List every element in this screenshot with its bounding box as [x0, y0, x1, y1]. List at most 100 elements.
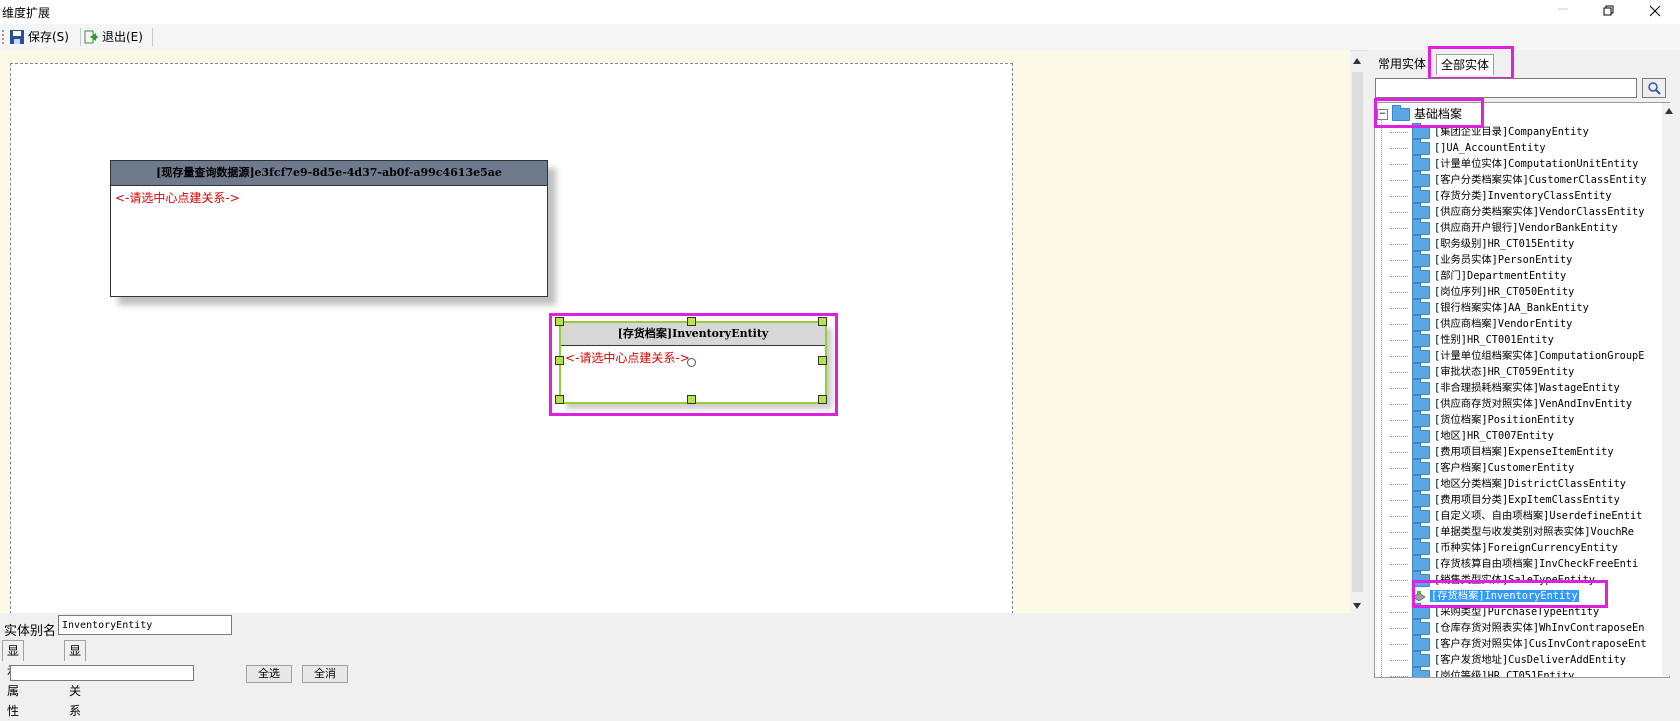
- alias-input[interactable]: [58, 615, 232, 635]
- tab-display-attributes[interactable]: 显示属性: [2, 640, 25, 718]
- entity-header[interactable]: [现存量查询数据源]e3fcf7e9-8d5e-4d37-ab0f-a99c46…: [111, 161, 547, 186]
- tree-item[interactable]: [客户存货对照实体]CusInvContraposeEnt: [1390, 634, 1647, 652]
- tab-all-entities[interactable]: 全部实体: [1436, 54, 1495, 75]
- scroll-up-icon[interactable]: [1665, 108, 1673, 114]
- tree-item[interactable]: [供应商档案]VendorEntity: [1390, 314, 1573, 332]
- tree-connector: [1390, 372, 1408, 373]
- tree-item[interactable]: [职务级别]HR_CT015Entity: [1390, 234, 1574, 252]
- resize-handle[interactable]: [555, 317, 564, 326]
- tree-connector: [1390, 212, 1408, 213]
- tree-item-label: [客户档案]CustomerEntity: [1434, 462, 1575, 474]
- tab-display-relations[interactable]: 显示关系: [64, 640, 87, 718]
- tree-item[interactable]: [部门]DepartmentEntity: [1390, 266, 1567, 284]
- resize-handle[interactable]: [818, 317, 827, 326]
- tree-item[interactable]: []UA_AccountEntity: [1390, 138, 1546, 156]
- entity-tree[interactable]: − 基础档案 [集团企业目录]CompanyEntity []UA_AccountE…: [1374, 102, 1670, 678]
- tree-item[interactable]: [仓库存货对照表实体]WhInvContraposeEn: [1390, 618, 1644, 636]
- scroll-up-icon[interactable]: [1353, 58, 1361, 64]
- entity-header[interactable]: [存货档案]InventoryEntity: [561, 323, 825, 346]
- tree-item[interactable]: [供应商分类档案实体]VendorClassEntity: [1390, 202, 1644, 220]
- close-icon[interactable]: [1632, 0, 1678, 22]
- entity-box-stock-query[interactable]: [现存量查询数据源]e3fcf7e9-8d5e-4d37-ab0f-a99c46…: [110, 160, 548, 297]
- tree-item[interactable]: [货位档案]PositionEntity: [1390, 410, 1574, 428]
- tree-item[interactable]: [采购类型]PurchaseTypeEntity: [1390, 602, 1599, 620]
- tree-item[interactable]: [销售类型实体]SaleTypeEntity: [1390, 570, 1595, 588]
- tree-item-label: [费用项目分类]ExpItemClassEntity: [1434, 494, 1620, 506]
- tree-connector: [1390, 388, 1408, 389]
- select-all-button[interactable]: 全选: [246, 665, 292, 683]
- tree-root-node[interactable]: − 基础档案: [1377, 105, 1462, 122]
- save-icon: [10, 30, 24, 44]
- search-icon[interactable]: [1642, 78, 1666, 98]
- resize-handle[interactable]: [687, 395, 696, 404]
- tab-common-entities[interactable]: 常用实体: [1374, 54, 1430, 74]
- tree-item-label: [计量单位组档案实体]ComputationGroupE: [1434, 350, 1645, 362]
- resize-handle[interactable]: [818, 356, 827, 365]
- tree-item[interactable]: [客户档案]CustomerEntity: [1390, 458, 1575, 476]
- attribute-filter-input[interactable]: [10, 665, 194, 681]
- tree-item[interactable]: [存货分类]InventoryClassEntity: [1390, 186, 1612, 204]
- tree-item-label: [供应商档案]VendorEntity: [1434, 318, 1573, 330]
- tree-item[interactable]: [岗位序列]HR_CT050Entity: [1390, 282, 1574, 300]
- tree-connector: [1390, 500, 1408, 501]
- tree-item[interactable]: [供应商存货对照实体]VenAndInvEntity: [1390, 394, 1632, 412]
- tree-item[interactable]: [非合理损耗档案实体]WastageEntity: [1390, 378, 1620, 396]
- tree-item[interactable]: [集团企业目录]CompanyEntity: [1390, 122, 1589, 140]
- tree-item-label: [岗位等级]HR_CT051Entity: [1434, 670, 1575, 678]
- tree-item-label: [销售类型实体]SaleTypeEntity: [1434, 574, 1595, 586]
- tree-connector: [1390, 596, 1408, 597]
- tree-item[interactable]: [单据类型与收发类别对照表实体]VouchRe: [1390, 522, 1634, 540]
- tree-item[interactable]: [银行档案实体]AA_BankEntity: [1390, 298, 1589, 316]
- tree-item[interactable]: [供应商开户银行]VendorBankEntity: [1390, 218, 1618, 236]
- tree-item[interactable]: [客户分类档案实体]CustomerClassEntity: [1390, 170, 1647, 188]
- tree-connector: [1390, 516, 1408, 517]
- save-button[interactable]: 保存(S): [8, 27, 69, 47]
- tree-item[interactable]: [存货档案]InventoryEntity: [1390, 588, 1579, 604]
- tree-item[interactable]: [岗位等级]HR_CT051Entity: [1390, 666, 1575, 678]
- tree-item[interactable]: [地区分类档案]DistrictClassEntity: [1390, 474, 1626, 492]
- tree-item[interactable]: [费用项目档案]ExpenseItemEntity: [1390, 442, 1614, 460]
- tree-item[interactable]: [业务员实体]PersonEntity: [1390, 250, 1572, 268]
- tree-item[interactable]: [自定义项、自由项档案]UserdefineEntit: [1390, 506, 1642, 524]
- tree-connector: [1390, 292, 1408, 293]
- tree-item[interactable]: [计量单位组档案实体]ComputationGroupE: [1390, 346, 1645, 364]
- resize-handle[interactable]: [555, 395, 564, 404]
- resize-handle[interactable]: [555, 356, 564, 365]
- tree-item-label: [部门]DepartmentEntity: [1434, 270, 1567, 282]
- toolbar-grip[interactable]: [2, 30, 6, 44]
- tree-item-label: [客户存货对照实体]CusInvContraposeEnt: [1434, 638, 1647, 650]
- folder-icon: [1412, 218, 1430, 235]
- folder-icon: [1412, 410, 1430, 427]
- tree-item[interactable]: [币种实体]ForeignCurrencyEntity: [1390, 538, 1618, 556]
- tree-item[interactable]: [存货核算自由项档案]InvCheckFreeEnti: [1390, 554, 1638, 572]
- resize-handle[interactable]: [687, 317, 696, 326]
- center-point-icon[interactable]: [687, 358, 696, 367]
- tree-item-label: [非合理损耗档案实体]WastageEntity: [1434, 382, 1620, 394]
- tree-item[interactable]: [审批状态]HR_CT059Entity: [1390, 362, 1574, 380]
- folder-icon: [1412, 570, 1430, 587]
- scroll-thumb[interactable]: [1352, 72, 1363, 592]
- deselect-all-button[interactable]: 全消: [302, 665, 348, 683]
- tree-connector: [1390, 228, 1408, 229]
- minimize-icon[interactable]: [1540, 0, 1586, 22]
- resize-handle[interactable]: [818, 395, 827, 404]
- restore-icon[interactable]: [1586, 0, 1632, 22]
- tree-connector: [1390, 196, 1408, 197]
- scroll-down-icon[interactable]: [1353, 603, 1361, 609]
- tree-item[interactable]: [地区]HR_CT007Entity: [1390, 426, 1554, 444]
- tree-scrollbar[interactable]: [1662, 103, 1677, 676]
- folder-icon: [1412, 602, 1430, 619]
- entity-search-input[interactable]: [1375, 78, 1637, 98]
- tree-item[interactable]: [客户发货地址]CusDeliverAddEntity: [1390, 650, 1626, 668]
- designer-scrollbar[interactable]: [1350, 54, 1365, 613]
- collapse-icon[interactable]: −: [1377, 109, 1388, 120]
- tree-connector: [1381, 117, 1383, 677]
- folder-icon: [1412, 154, 1430, 171]
- tree-connector: [1390, 308, 1408, 309]
- folder-icon: [1412, 618, 1430, 635]
- tree-item[interactable]: [费用项目分类]ExpItemClassEntity: [1390, 490, 1620, 508]
- tree-item[interactable]: [计量单位实体]ComputationUnitEntity: [1390, 154, 1638, 172]
- tree-item[interactable]: [性别]HR_CT001Entity: [1390, 330, 1554, 348]
- exit-button[interactable]: 退出(E): [82, 27, 143, 47]
- design-canvas[interactable]: [10, 63, 1013, 614]
